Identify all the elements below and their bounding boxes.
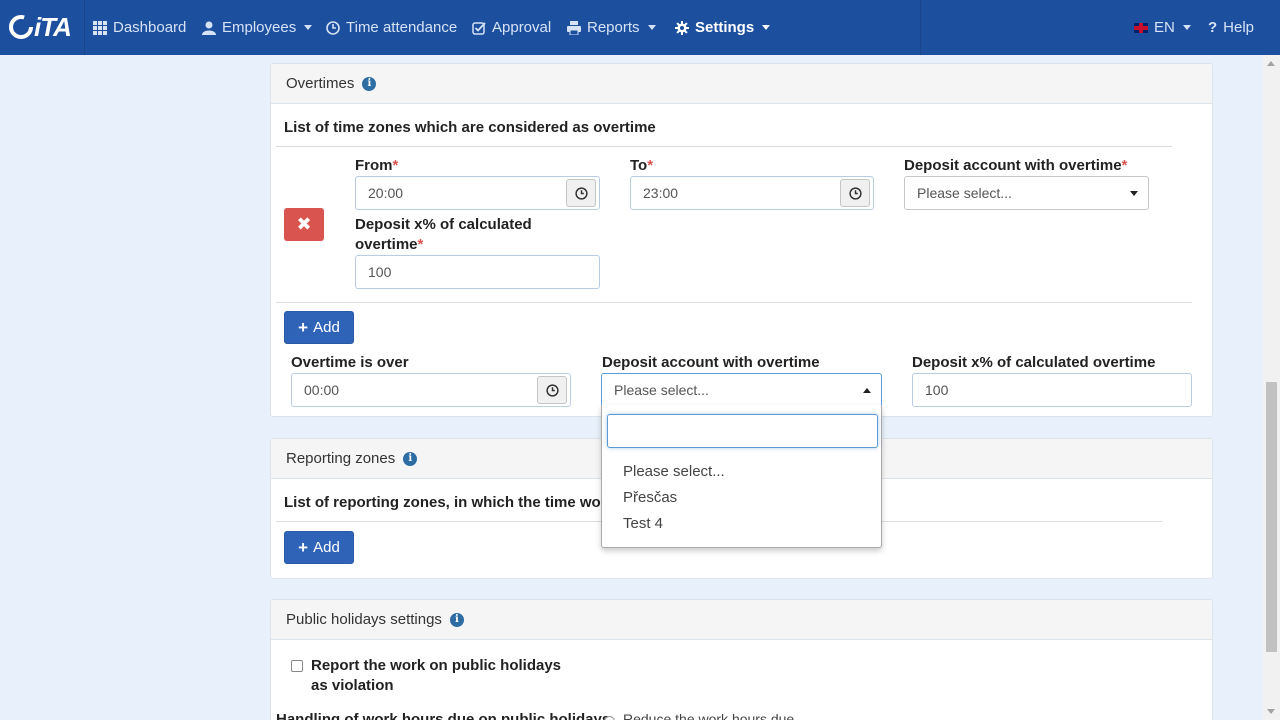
nav-settings[interactable]: Settings <box>675 0 771 55</box>
overtime-over-input[interactable]: 00:00 <box>291 373 571 407</box>
deposit-account-dropdown: Please select... Přesčas Test 4 <box>601 405 882 548</box>
add-overtime-zone-button[interactable]: + Add <box>284 311 354 344</box>
from-time-input[interactable]: 20:00 <box>355 176 600 210</box>
chevron-down-icon <box>647 25 656 30</box>
reporting-list-title: List of reporting zones, in which the ti… <box>284 494 607 511</box>
deposit-pct-label: Deposit x% of calculated overtime* <box>355 216 532 253</box>
clock-icon[interactable] <box>537 376 567 404</box>
nav-dashboard[interactable]: Dashboard <box>93 0 186 55</box>
over-deposit-account-value: Please select... <box>614 382 709 398</box>
nav-dashboard-label: Dashboard <box>113 19 187 36</box>
reporting-zones-title: Reporting zones <box>286 450 396 467</box>
dropdown-option[interactable]: Test 4 <box>623 515 663 532</box>
to-time-value: 23:00 <box>643 185 679 201</box>
close-icon: ✖ <box>296 214 312 234</box>
question-icon: ? <box>1208 19 1218 36</box>
help-link[interactable]: ? Help <box>1208 0 1254 55</box>
overtimes-title: Overtimes <box>286 75 355 92</box>
over-deposit-account-select[interactable]: Please select... <box>601 373 882 407</box>
holiday-handling-label: Handling of work hours due on public hol… <box>276 711 611 720</box>
to-label: To* <box>630 157 654 174</box>
add-label: Add <box>313 539 340 556</box>
overtime-over-value: 00:00 <box>304 382 340 398</box>
plus-icon: + <box>298 318 309 337</box>
deposit-pct-value: 100 <box>368 264 392 280</box>
report-holiday-violation-checkbox[interactable] <box>291 660 303 672</box>
scrollbar-thumb[interactable] <box>1266 382 1277 652</box>
page-scrollbar[interactable] <box>1263 55 1280 720</box>
remove-zone-button[interactable]: ✖ <box>284 208 324 241</box>
add-reporting-zone-button[interactable]: + Add <box>284 531 354 564</box>
ita-logo-icon <box>9 15 33 39</box>
gear-icon <box>675 20 689 35</box>
holiday-handling-option: Reduce the work hours due <box>623 711 795 720</box>
add-label: Add <box>313 319 340 336</box>
nav-settings-label: Settings <box>695 19 755 36</box>
nav-time-attendance-label: Time attendance <box>346 19 458 36</box>
check-square-icon <box>472 21 486 35</box>
over-deposit-account-label: Deposit account with overtime <box>602 354 820 371</box>
nav-employees-label: Employees <box>222 19 297 36</box>
public-holidays-title: Public holidays settings <box>286 611 442 628</box>
nav-approval-label: Approval <box>492 19 552 36</box>
scroll-down-icon[interactable] <box>1267 709 1275 714</box>
caret-up-icon <box>863 388 871 393</box>
dropdown-option[interactable]: Please select... <box>623 463 725 480</box>
clock-icon[interactable] <box>566 179 596 207</box>
chevron-down-icon <box>304 25 313 30</box>
nav-reports-label: Reports <box>587 19 640 36</box>
deposit-pct-input[interactable]: 100 <box>355 255 600 289</box>
nav-reports[interactable]: Reports <box>567 0 656 55</box>
chevron-down-icon <box>1182 25 1191 30</box>
dropdown-search-input[interactable] <box>607 414 878 448</box>
holiday-handling-radio[interactable] <box>604 716 615 720</box>
brand-text: iTA <box>34 11 72 42</box>
deposit-account-label: Deposit account with overtime* <box>904 157 1128 174</box>
plus-icon: + <box>298 538 309 557</box>
caret-down-icon <box>1130 191 1138 196</box>
nav-employees[interactable]: Employees <box>202 0 313 55</box>
overtimes-heading: Overtimes i <box>271 64 1212 104</box>
grid-icon <box>93 20 107 35</box>
brand-logo[interactable]: iTA <box>8 11 78 42</box>
over-deposit-pct-input[interactable]: 100 <box>912 373 1192 407</box>
language-label: EN <box>1154 19 1175 36</box>
language-selector[interactable]: EN <box>1134 0 1191 55</box>
from-label: From* <box>355 157 399 174</box>
user-icon <box>202 21 216 35</box>
help-label: Help <box>1223 19 1255 36</box>
deposit-account-select[interactable]: Please select... <box>904 176 1149 210</box>
over-deposit-pct-label: Deposit x% of calculated overtime <box>912 354 1156 371</box>
chevron-down-icon <box>762 25 771 30</box>
clock-icon[interactable] <box>840 179 870 207</box>
uk-flag-icon <box>1134 22 1148 33</box>
navbar-divider <box>920 0 921 55</box>
navbar-divider <box>84 0 85 55</box>
info-icon[interactable]: i <box>449 612 464 627</box>
dropdown-option[interactable]: Přesčas <box>623 489 677 506</box>
overtime-over-label: Overtime is over <box>291 354 409 371</box>
nav-approval[interactable]: Approval <box>472 0 551 55</box>
report-holiday-violation-label: Report the work on public holidays as vi… <box>311 657 562 694</box>
to-time-input[interactable]: 23:00 <box>630 176 874 210</box>
print-icon <box>567 20 581 35</box>
info-icon[interactable]: i <box>362 76 377 91</box>
info-icon[interactable]: i <box>403 451 418 466</box>
top-navbar: iTA Dashboard Employees Time attendance … <box>0 0 1280 55</box>
public-holidays-heading: Public holidays settings i <box>271 600 1212 640</box>
nav-time-attendance[interactable]: Time attendance <box>326 0 457 55</box>
divider <box>276 146 1172 147</box>
scroll-up-icon[interactable] <box>1267 61 1275 66</box>
over-deposit-pct-value: 100 <box>925 382 949 398</box>
deposit-account-value: Please select... <box>917 185 1012 201</box>
from-time-value: 20:00 <box>368 185 404 201</box>
overtime-list-title: List of time zones which are considered … <box>284 119 656 136</box>
clock-icon <box>326 20 340 35</box>
divider <box>276 302 1192 303</box>
